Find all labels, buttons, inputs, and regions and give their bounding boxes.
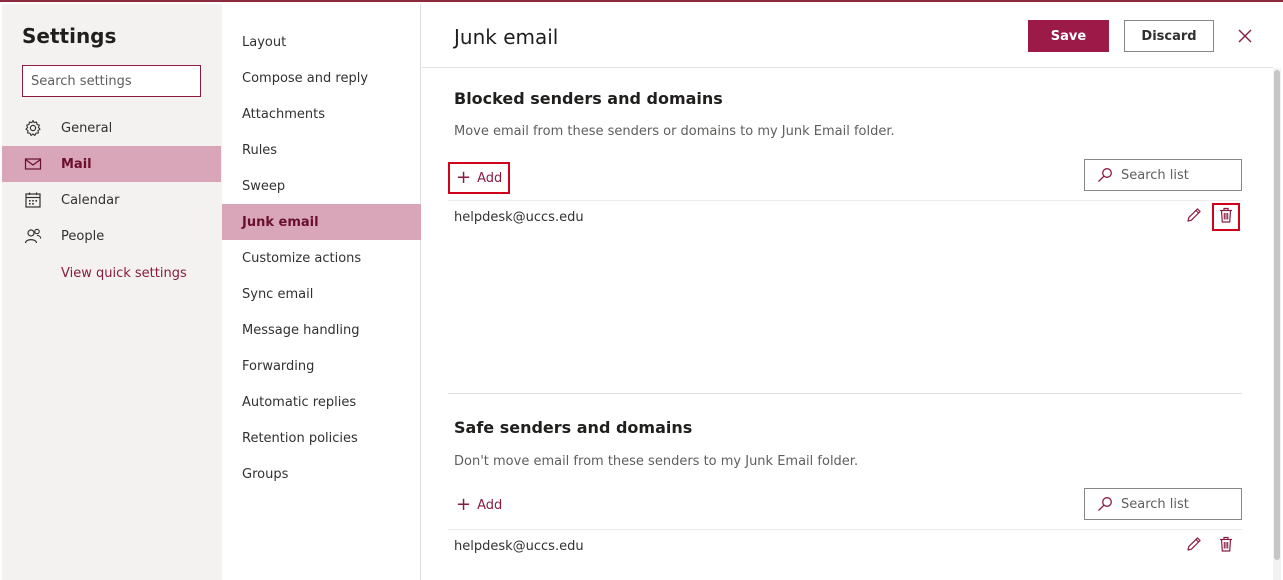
menu-item-attachments[interactable]: Attachments (222, 96, 421, 132)
safe-sender-entry: helpdesk@uccs.edu (454, 539, 584, 554)
nav-item-general[interactable]: General (2, 110, 221, 146)
nav-item-mail-label: Mail (61, 156, 92, 172)
people-icon (24, 227, 42, 245)
view-quick-settings-link[interactable]: View quick settings (61, 266, 187, 281)
section-divider (448, 393, 1242, 394)
row-divider (448, 200, 1242, 201)
gear-icon (24, 119, 42, 137)
blocked-search-list[interactable]: Search list (1084, 159, 1242, 191)
menu-item-automatic-replies[interactable]: Automatic replies (222, 384, 421, 420)
calendar-icon (24, 191, 42, 209)
nav-item-people[interactable]: People (2, 218, 221, 254)
safe-search-list[interactable]: Search list (1084, 488, 1242, 520)
menu-item-layout[interactable]: Layout (222, 24, 421, 60)
safe-senders-title: Safe senders and domains (454, 418, 693, 437)
nav-item-people-label: People (61, 228, 105, 244)
blocked-sender-entry: helpdesk@uccs.edu (454, 210, 584, 225)
mail-settings-menu: Layout Compose and reply Attachments Rul… (222, 4, 421, 580)
add-blocked-sender-button[interactable]: + Add (448, 162, 511, 194)
menu-item-retention-policies[interactable]: Retention policies (222, 420, 421, 456)
add-safe-sender-label: Add (477, 497, 503, 513)
edit-blocked-sender-button[interactable] (1180, 203, 1208, 231)
menu-item-sync-email[interactable]: Sync email (222, 276, 421, 312)
close-icon (1238, 28, 1252, 47)
blocked-senders-title: Blocked senders and domains (454, 89, 723, 108)
plus-icon: + (456, 167, 472, 188)
save-button[interactable]: Save (1028, 20, 1109, 52)
blocked-senders-description: Move email from these senders or domains… (454, 124, 895, 139)
edit-safe-sender-button[interactable] (1180, 532, 1208, 560)
junk-email-panel: Junk email Save Discard Blocked senders … (422, 4, 1283, 580)
nav-item-general-label: General (61, 120, 113, 136)
settings-left-pane: Settings General Mail Calendar (2, 4, 222, 580)
menu-item-sweep[interactable]: Sweep (222, 168, 421, 204)
discard-button[interactable]: Discard (1124, 20, 1214, 52)
mail-icon (24, 155, 42, 173)
safe-search-list-label: Search list (1121, 496, 1189, 512)
settings-window: Settings General Mail Calendar (0, 0, 1283, 580)
trash-icon (1217, 206, 1235, 228)
settings-title: Settings (22, 24, 117, 48)
nav-item-mail[interactable]: Mail (2, 146, 221, 182)
search-settings-box[interactable] (22, 65, 201, 97)
row-divider (448, 529, 1242, 530)
delete-safe-sender-button[interactable] (1212, 532, 1240, 560)
menu-item-message-handling[interactable]: Message handling (222, 312, 421, 348)
pencil-icon (1185, 535, 1203, 557)
close-button[interactable] (1234, 26, 1256, 48)
menu-item-groups[interactable]: Groups (222, 456, 421, 492)
header-divider (422, 67, 1273, 68)
menu-item-forwarding[interactable]: Forwarding (222, 348, 421, 384)
nav-item-calendar[interactable]: Calendar (2, 182, 221, 218)
search-icon (1097, 496, 1113, 512)
page-title: Junk email (454, 25, 559, 49)
search-settings-input[interactable] (23, 66, 200, 96)
menu-item-customize-actions[interactable]: Customize actions (222, 240, 421, 276)
plus-icon: + (456, 494, 472, 515)
trash-icon (1217, 535, 1235, 557)
scrollbar-thumb[interactable] (1274, 70, 1280, 560)
add-safe-sender-button[interactable]: + Add (448, 489, 510, 521)
scrollbar[interactable] (1273, 68, 1281, 580)
nav-item-calendar-label: Calendar (61, 192, 120, 208)
blocked-search-list-label: Search list (1121, 167, 1189, 183)
menu-item-junk-email[interactable]: Junk email (222, 204, 421, 240)
menu-item-compose-and-reply[interactable]: Compose and reply (222, 60, 421, 96)
safe-senders-description: Don't move email from these senders to m… (454, 454, 859, 469)
delete-blocked-sender-button[interactable] (1212, 203, 1240, 231)
search-icon (1097, 167, 1113, 183)
menu-item-rules[interactable]: Rules (222, 132, 421, 168)
add-blocked-sender-label: Add (477, 170, 503, 186)
pencil-icon (1185, 206, 1203, 228)
